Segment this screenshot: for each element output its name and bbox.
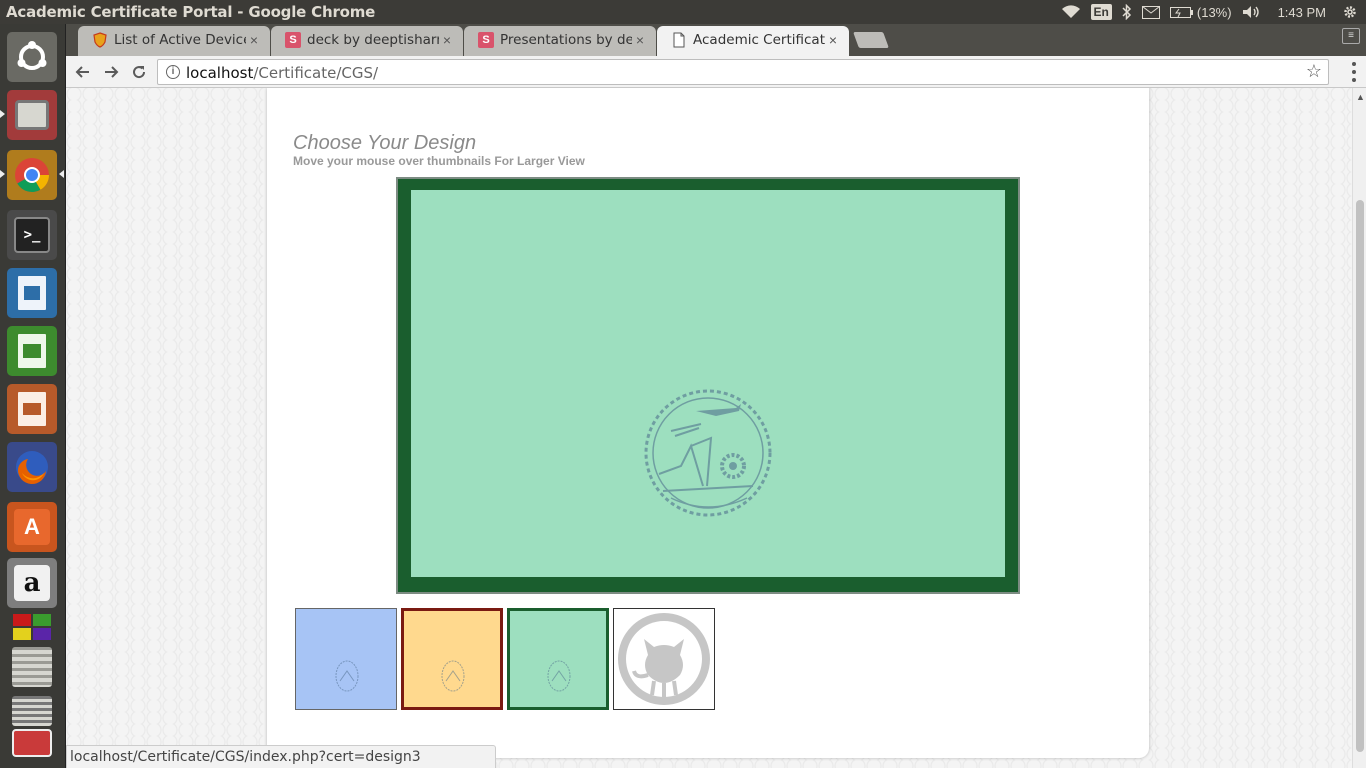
software-center-icon[interactable]: A [7, 502, 57, 552]
thumbnail-github-octocat[interactable] [613, 608, 715, 710]
college-emblem-icon [547, 660, 571, 692]
shutter-icon[interactable] [7, 718, 57, 768]
tab-academic-certificate[interactable]: Academic Certificate × [657, 26, 849, 56]
scroll-up-icon[interactable]: ▲ [1356, 92, 1365, 102]
stack-icon[interactable] [7, 642, 57, 692]
firefox-icon[interactable] [7, 442, 57, 492]
college-emblem-icon [644, 389, 772, 517]
unity-launcher: >_ A a [0, 24, 66, 768]
document-icon [673, 32, 685, 48]
certificate-preview [396, 177, 1020, 594]
indicator-area: En (13%) 1:43 PM [1061, 3, 1358, 21]
writer-icon[interactable] [7, 268, 57, 318]
tab-strip: List of Active Device × S deck by deepti… [66, 24, 1366, 56]
tab-title: Academic Certificate [693, 32, 825, 48]
close-icon[interactable]: × [250, 32, 258, 48]
tab-title: List of Active Device [114, 32, 246, 48]
college-emblem-icon [441, 660, 465, 692]
tab-title: Presentations by dee [500, 32, 632, 48]
new-tab-button[interactable] [853, 32, 889, 48]
tab-presentations[interactable]: S Presentations by dee × [464, 26, 656, 56]
address-bar[interactable]: i localhost/Certificate/CGS/ ☆ [157, 59, 1329, 85]
clock[interactable]: 1:43 PM [1278, 5, 1326, 20]
chrome-icon[interactable] [7, 150, 57, 200]
amazon-icon[interactable]: a [7, 558, 57, 608]
thumbnail-design3[interactable] [507, 608, 609, 710]
close-icon[interactable]: × [636, 32, 644, 48]
github-octocat-icon [618, 613, 710, 705]
url-text: localhost/Certificate/CGS/ [186, 64, 378, 82]
mail-icon[interactable] [1141, 5, 1160, 19]
content-card: Choose Your Design Move your mouse over … [267, 88, 1149, 758]
close-icon[interactable]: × [443, 32, 451, 48]
reload-icon [133, 66, 146, 79]
battery-indicator[interactable]: (13%) [1169, 4, 1232, 20]
tab-list-of-active-devices[interactable]: List of Active Device × [78, 26, 270, 56]
calc-icon[interactable] [7, 326, 57, 376]
page-subtitle: Move your mouse over thumbnails For Larg… [293, 154, 585, 168]
back-button[interactable] [71, 60, 95, 84]
window-title: Academic Certificate Portal - Google Chr… [6, 3, 376, 21]
keyboard-language-indicator[interactable]: En [1090, 4, 1112, 20]
slides-s-icon: S [478, 32, 494, 48]
tab-title: deck by deeptisharm [307, 32, 439, 48]
page-viewport: Choose Your Design Move your mouse over … [66, 88, 1352, 768]
thumbnail-design2[interactable] [401, 608, 503, 710]
ubuntu-dash-icon[interactable] [7, 32, 57, 82]
shield-icon [93, 32, 107, 48]
forward-button[interactable] [99, 60, 123, 84]
certificate-preview-body [411, 190, 1005, 577]
info-icon[interactable]: i [166, 65, 180, 79]
impress-icon[interactable] [7, 384, 57, 434]
slides-s-icon: S [285, 32, 301, 48]
scroll-thumb[interactable] [1356, 200, 1364, 752]
window-menu-button[interactable]: ≡ [1342, 28, 1360, 44]
battery-icon [1169, 6, 1193, 18]
files-icon[interactable] [7, 90, 57, 140]
chrome-menu-button[interactable] [1352, 62, 1356, 82]
gear-icon[interactable] [1342, 4, 1358, 20]
bookmark-star-icon[interactable]: ☆ [1306, 61, 1322, 82]
college-emblem-icon [335, 660, 359, 692]
battery-percent: (13%) [1196, 4, 1232, 20]
page-scrollbar[interactable]: ▲ [1352, 88, 1366, 768]
status-url-bubble: localhost/Certificate/CGS/index.php?cert… [66, 745, 496, 768]
arrow-right-icon [105, 66, 119, 78]
volume-icon[interactable] [1242, 5, 1262, 19]
arrow-left-icon [75, 66, 89, 78]
page-title: Choose Your Design [293, 132, 477, 154]
terminal-icon[interactable]: >_ [7, 210, 57, 260]
thumbnail-design1[interactable] [295, 608, 397, 710]
wifi-icon[interactable] [1061, 5, 1081, 19]
bluetooth-icon[interactable] [1122, 4, 1132, 20]
tab-deck-by-deeptisharma[interactable]: S deck by deeptisharm × [271, 26, 463, 56]
top-panel: Academic Certificate Portal - Google Chr… [0, 0, 1366, 24]
browser-toolbar: i localhost/Certificate/CGS/ ☆ [66, 56, 1366, 88]
url-host: localhost [186, 64, 254, 82]
close-icon[interactable]: × [829, 32, 837, 48]
url-path: /Certificate/CGS/ [253, 64, 379, 82]
reload-button[interactable] [127, 60, 151, 84]
